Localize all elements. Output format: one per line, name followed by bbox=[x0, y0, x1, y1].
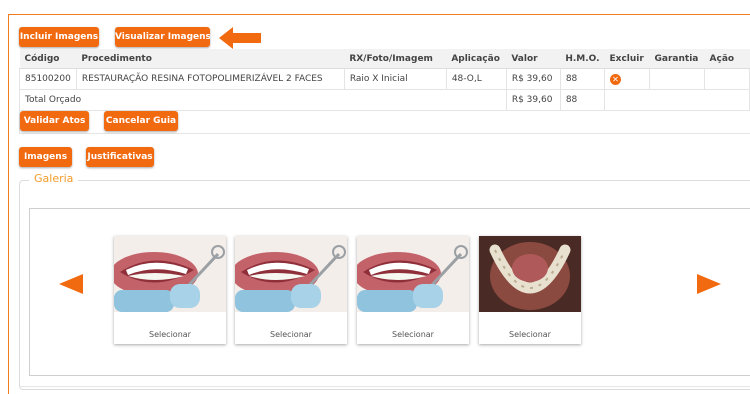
gallery-item: Selecionar bbox=[114, 236, 226, 344]
selecionar-link[interactable]: Selecionar bbox=[114, 330, 226, 339]
gallery-item: Selecionar bbox=[479, 236, 581, 344]
cell-excluir: ✕ bbox=[604, 68, 651, 90]
tab-justificativas[interactable]: Justificativas bbox=[86, 147, 154, 167]
col-hmo: H.M.O. bbox=[560, 49, 605, 69]
carousel-next-arrow-icon[interactable] bbox=[697, 274, 721, 294]
incluir-imagens-button[interactable]: Incluir Imagens bbox=[19, 27, 99, 47]
smile-dental-photo-icon bbox=[235, 236, 347, 312]
cell-valor: R$ 39,60 bbox=[505, 68, 561, 90]
procedures-table: Código Procedimento RX/Foto/Imagem Aplic… bbox=[19, 49, 750, 111]
carousel-prev-arrow-icon[interactable] bbox=[59, 274, 83, 294]
cell-codigo: 85100200 bbox=[19, 68, 77, 90]
col-valor: Valor bbox=[506, 49, 561, 69]
col-codigo: Código bbox=[19, 49, 77, 69]
cell-acao bbox=[704, 68, 750, 90]
gallery-item: Selecionar bbox=[357, 236, 469, 344]
close-circle-icon[interactable]: ✕ bbox=[610, 73, 622, 85]
smile-dental-photo-icon bbox=[114, 236, 226, 312]
cell-garantia bbox=[649, 68, 706, 90]
cancelar-guia-button[interactable]: Cancelar Guia bbox=[104, 111, 178, 131]
tab-imagens[interactable]: Imagens bbox=[19, 147, 72, 167]
cell-hmo: 88 bbox=[559, 68, 606, 90]
validar-atos-button[interactable]: Validar Atos bbox=[20, 111, 89, 131]
cell-procedimento: RESTAURAÇÃO RESINA FOTOPOLIMERIZÁVEL 2 F… bbox=[75, 68, 345, 90]
cell-aplicacao: 48-O,L bbox=[445, 68, 507, 90]
col-procedimento: Procedimento bbox=[76, 49, 345, 69]
visualizar-imagens-button[interactable]: Visualizar Imagens bbox=[115, 27, 211, 47]
col-aplicacao: Aplicação bbox=[446, 49, 507, 69]
galeria-legend: Galeria bbox=[29, 172, 79, 185]
table-row: 85100200 RESTAURAÇÃO RESINA FOTOPOLIMERI… bbox=[19, 68, 750, 90]
left-arrow-indicator-icon bbox=[219, 27, 261, 49]
col-garantia: Garantia bbox=[649, 49, 705, 69]
col-rx: RX/Foto/Imagem bbox=[344, 49, 447, 69]
cell-rx: Raio X Inicial bbox=[343, 68, 447, 90]
selecionar-link[interactable]: Selecionar bbox=[235, 330, 347, 339]
divider bbox=[19, 386, 750, 387]
table-header-row: Código Procedimento RX/Foto/Imagem Aplic… bbox=[19, 49, 750, 69]
selecionar-link[interactable]: Selecionar bbox=[479, 330, 581, 339]
smile-dental-photo-icon bbox=[357, 236, 469, 312]
gallery-item: Selecionar bbox=[235, 236, 347, 344]
col-acao: Ação bbox=[704, 49, 750, 69]
selecionar-link[interactable]: Selecionar bbox=[357, 330, 469, 339]
lower-arch-occlusal-photo-icon bbox=[479, 236, 581, 312]
col-excluir: Excluir bbox=[604, 49, 650, 69]
